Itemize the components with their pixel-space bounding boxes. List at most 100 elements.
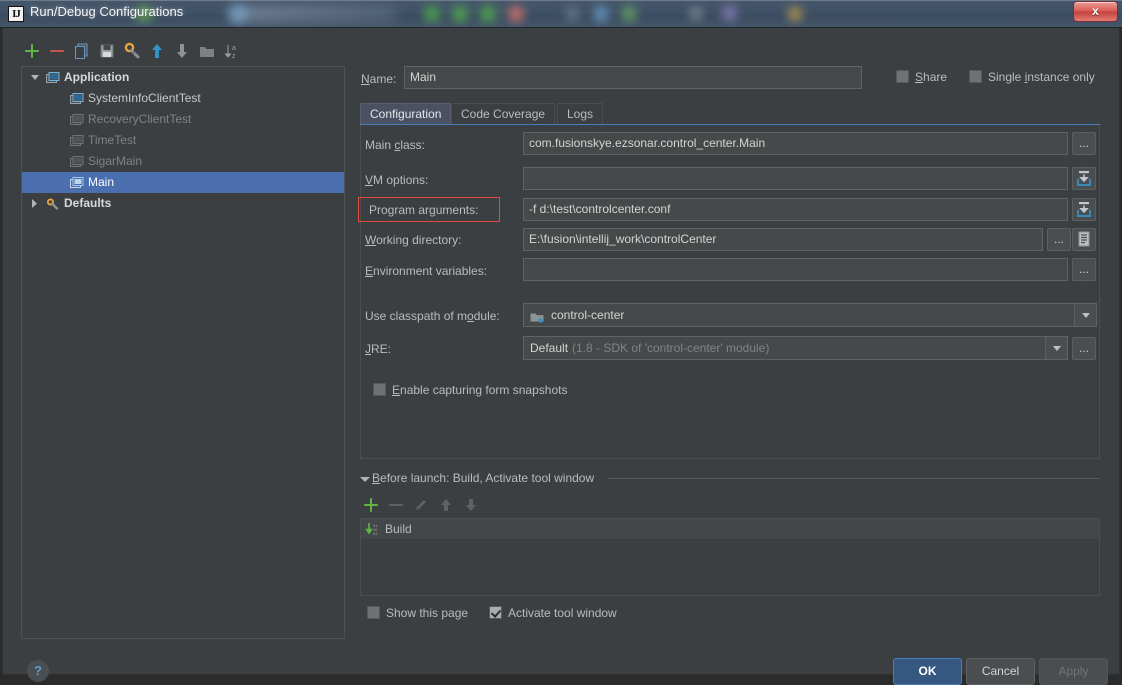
tree-node-application[interactable]: Application: [22, 67, 344, 88]
jre-value-hint: (1.8 - SDK of 'control-center' module): [572, 341, 770, 355]
tree-node-label: RecoveryClientTest: [88, 112, 192, 126]
name-label: Name:: [361, 72, 397, 86]
main-class-browse-button[interactable]: ...: [1072, 132, 1096, 155]
create-folder-button[interactable]: [196, 40, 218, 62]
tree-node-main[interactable]: Main: [22, 172, 344, 193]
name-label-rest: ame:: [369, 72, 397, 86]
window-title: Run/Debug Configurations: [30, 4, 184, 19]
tree-node-label: Application: [64, 70, 130, 84]
remove-configuration-button[interactable]: [46, 40, 68, 62]
before-launch-separator: [608, 478, 1100, 479]
remove-task-button: [385, 494, 407, 516]
environment-variables-label: Environment variables:: [365, 264, 488, 278]
classpath-module-combo[interactable]: control-center: [523, 303, 1097, 327]
classpath-module-dropdown-arrow[interactable]: [1074, 304, 1096, 326]
run-debug-configurations-window: IJ Run/Debug Configurations x a z Applic…: [0, 0, 1122, 685]
svg-text:z: z: [232, 53, 236, 60]
edit-task-button: [410, 494, 432, 516]
tree-node-timetest[interactable]: TimeTest: [22, 130, 344, 151]
before-launch-twisty-icon[interactable]: [360, 477, 370, 482]
working-directory-label: Working directory:: [365, 233, 462, 247]
move-up-button[interactable]: [146, 40, 168, 62]
show-this-page-checkbox-box[interactable]: [367, 606, 380, 619]
cancel-button[interactable]: Cancel: [966, 658, 1035, 685]
before-launch-task-list[interactable]: 01 10 01 Build: [360, 518, 1100, 596]
classpath-module-value: control-center: [551, 308, 625, 322]
edit-defaults-button[interactable]: [121, 40, 143, 62]
sort-configurations-button[interactable]: a z: [221, 40, 243, 62]
tab-logs[interactable]: Logs: [557, 103, 604, 125]
list-item[interactable]: 01 10 01 Build: [361, 519, 1099, 539]
form-snapshots-checkbox-label: Enable capturing form snapshots: [392, 383, 568, 397]
before-launch-title: Before launch: Build, Activate tool wind…: [372, 471, 595, 485]
vm-options-label: VM options:: [365, 173, 429, 187]
ok-button[interactable]: OK: [893, 658, 962, 685]
application-icon-dim: [70, 134, 84, 147]
move-down-button[interactable]: [171, 40, 193, 62]
environment-variables-browse-button[interactable]: ...: [1072, 258, 1096, 281]
help-button[interactable]: ?: [27, 660, 49, 682]
before-launch-toolbar: [360, 494, 660, 516]
svg-text:a: a: [232, 45, 236, 52]
tree-node-systeminfoclienttest[interactable]: SystemInfoClientTest: [22, 88, 344, 109]
title-bar: IJ Run/Debug Configurations x: [0, 0, 1122, 28]
program-arguments-expand-button[interactable]: [1072, 198, 1096, 221]
main-class-label: Main class:: [365, 138, 426, 152]
add-task-button[interactable]: [360, 494, 382, 516]
expand-editor-icon: [1077, 171, 1091, 186]
dialog-body: a z Application SystemInfoClientTest Rec…: [2, 28, 1120, 685]
working-directory-input[interactable]: E:\fusion\intellij_work\controlCenter: [523, 228, 1043, 251]
application-icon-dim: [70, 155, 84, 168]
application-icon: [70, 92, 84, 105]
single-instance-checkbox[interactable]: Single instance only: [969, 70, 1095, 84]
name-input[interactable]: Main: [404, 66, 862, 89]
move-task-down-button: [460, 494, 482, 516]
program-arguments-input[interactable]: -f d:\test\controlcenter.conf: [523, 198, 1068, 221]
add-configuration-button[interactable]: [21, 40, 43, 62]
jre-dropdown-arrow[interactable]: [1045, 337, 1067, 359]
activate-tool-window-checkbox[interactable]: Activate tool window: [489, 606, 617, 620]
main-class-input[interactable]: com.fusionskye.ezsonar.control_center.Ma…: [523, 132, 1068, 155]
before-launch-header[interactable]: Before launch: Build, Activate tool wind…: [360, 471, 1100, 487]
tree-node-sigarmain[interactable]: SigarMain: [22, 151, 344, 172]
application-icon: [70, 176, 84, 189]
copy-configuration-button[interactable]: [71, 40, 93, 62]
application-icon-dim: [70, 113, 84, 126]
save-configuration-button[interactable]: [96, 40, 118, 62]
close-icon[interactable]: x: [1073, 1, 1118, 22]
tab-code-coverage[interactable]: Code Coverage: [451, 103, 556, 125]
single-instance-checkbox-box[interactable]: [969, 70, 982, 83]
twisty-collapsed-icon[interactable]: [28, 193, 42, 214]
working-directory-macro-button[interactable]: [1072, 228, 1096, 251]
configuration-toolbar: a z: [21, 40, 341, 66]
build-icon: 01 10 01: [365, 522, 381, 536]
jre-browse-button[interactable]: ...: [1072, 337, 1096, 360]
jre-value: Default: [530, 341, 569, 355]
move-task-up-button: [435, 494, 457, 516]
tree-node-defaults[interactable]: Defaults: [22, 193, 344, 214]
show-this-page-checkbox[interactable]: Show this page: [367, 606, 468, 620]
configurations-tree[interactable]: Application SystemInfoClientTest Recover…: [21, 66, 345, 639]
tab-configuration[interactable]: Configuration: [360, 103, 452, 125]
show-this-page-checkbox-label: Show this page: [386, 606, 469, 620]
form-snapshots-checkbox[interactable]: Enable capturing form snapshots: [373, 383, 567, 397]
tree-node-label: SigarMain: [88, 154, 143, 168]
tree-node-label: Defaults: [64, 196, 112, 210]
environment-variables-input[interactable]: [523, 258, 1068, 281]
tree-node-label: SystemInfoClientTest: [88, 91, 201, 105]
share-checkbox-box[interactable]: [896, 70, 909, 83]
twisty-expanded-icon[interactable]: [28, 67, 42, 88]
intellij-idea-icon: IJ: [8, 6, 24, 22]
form-snapshots-checkbox-box[interactable]: [373, 383, 386, 396]
application-icon: [46, 71, 60, 84]
classpath-module-label: Use classpath of module:: [365, 309, 500, 323]
activate-tool-window-checkbox-box[interactable]: [489, 606, 502, 619]
activate-tool-window-checkbox-label: Activate tool window: [508, 606, 617, 620]
tree-node-recoveryclienttest[interactable]: RecoveryClientTest: [22, 109, 344, 130]
tree-node-label: Main: [88, 175, 115, 189]
vm-options-expand-button[interactable]: [1072, 167, 1096, 190]
vm-options-input[interactable]: [523, 167, 1068, 190]
working-directory-browse-button[interactable]: ...: [1047, 228, 1071, 251]
share-checkbox[interactable]: Share: [896, 70, 947, 84]
jre-combo[interactable]: Default (1.8 - SDK of 'control-center' m…: [523, 336, 1068, 360]
